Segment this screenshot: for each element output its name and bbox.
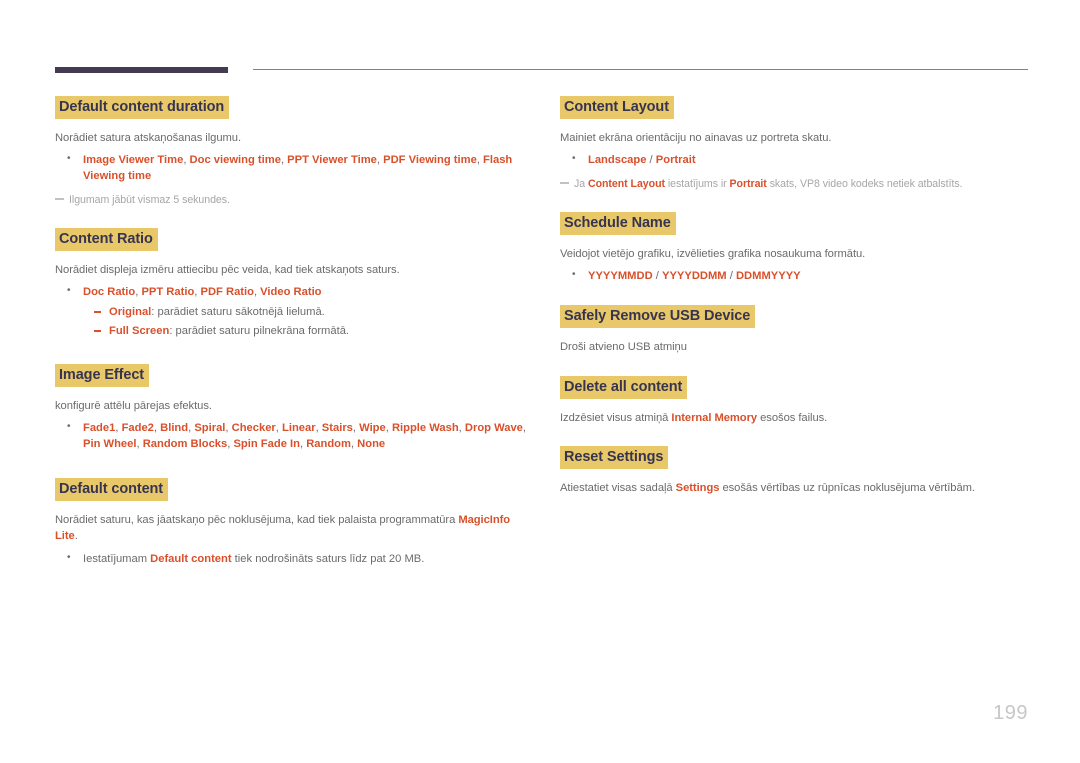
- section-title: Content Layout: [560, 96, 674, 120]
- sentence-suffix: tiek nodrošināts saturs līdz pat 20 MB.: [231, 552, 425, 565]
- section-description: Droši atvieno USB atmiņu: [560, 341, 687, 354]
- sub-list-item: Original: parādiet saturu sākotnējā liel…: [83, 304, 530, 320]
- keyword: Ripple Wash: [391, 422, 459, 435]
- header-rule-thick: [55, 67, 228, 73]
- keyword: Random Blocks: [142, 438, 228, 450]
- description-highlight: Internal Memory: [671, 411, 758, 424]
- keyword: PPT Viewer Time: [287, 154, 377, 167]
- description-prefix: Atiestatiet visas sadaļā: [560, 482, 676, 495]
- keyword: Landscape: [588, 154, 647, 167]
- bullet-list: Image Viewer Time, Doc viewing time, PPT…: [55, 152, 530, 185]
- keyword: Drop Wave: [464, 422, 523, 435]
- section-content-layout: Content Layout Mainiet ekrāna orientācij…: [560, 96, 1035, 192]
- section-title: Schedule Name: [560, 212, 676, 236]
- keyword: PPT Ratio: [141, 286, 195, 299]
- section-description: Norādiet satura atskaņošanas ilgumu.: [55, 132, 242, 145]
- keyword: Blind: [160, 422, 189, 435]
- keyword: Portrait: [655, 154, 696, 167]
- keyword: YYYYMMDD: [588, 270, 653, 283]
- right-column: Content Layout Mainiet ekrāna orientācij…: [560, 96, 1035, 496]
- keyword: Checker: [231, 422, 276, 435]
- keyword: Video Ratio: [260, 286, 322, 299]
- keyword: None: [357, 438, 386, 450]
- section-schedule-name: Schedule Name Veidojot vietējo grafiku, …: [560, 212, 1035, 285]
- section-description: Norādiet saturu, kas jāatskaņo pēc noklu…: [55, 512, 530, 544]
- description-prefix: Izdzēsiet visus atmiņā: [560, 411, 672, 424]
- sentence-highlight: Default content: [150, 552, 232, 565]
- keyword: Spiral: [194, 422, 226, 435]
- section-title: Default content duration: [55, 96, 230, 120]
- section-image-effect: Image Effect konfigurē attēlu pārejas ef…: [55, 363, 530, 453]
- keyword: YYYYDDMM: [661, 270, 727, 283]
- keyword: Wipe: [359, 422, 386, 435]
- section-safely-remove-usb-device: Safely Remove USB Device Droši atvieno U…: [560, 305, 1035, 355]
- note-prefix: Ja: [574, 178, 588, 191]
- section-default-content-duration: Default content duration Norādiet satura…: [55, 96, 530, 208]
- note-suffix: skats, VP8 video kodeks netiek atbalstīt…: [766, 178, 963, 191]
- list-item: Doc Ratio, PPT Ratio, PDF Ratio, Video R…: [55, 284, 530, 338]
- note-text: Ilgumam jābūt vismaz 5 sekundes.: [69, 194, 230, 207]
- keyword: PDF Viewing time: [383, 154, 477, 167]
- keyword: Doc viewing time: [189, 154, 281, 167]
- list-item: Image Viewer Time, Doc viewing time, PPT…: [55, 152, 530, 185]
- description-suffix: .: [74, 530, 78, 543]
- bullet-list: Doc Ratio, PPT Ratio, PDF Ratio, Video R…: [55, 284, 530, 338]
- list-item: Iestatījumam Default content tiek nodroš…: [55, 551, 530, 568]
- section-description: Veidojot vietējo grafiku, izvēlieties gr…: [560, 248, 866, 261]
- keyword: Pin Wheel: [83, 438, 137, 450]
- section-delete-all-content: Delete all content Izdzēsiet visus atmiņ…: [560, 375, 1035, 426]
- list-item: YYYYMMDD / YYYYDDMM / DDMMYYYY: [560, 268, 1035, 285]
- note-line: Ja Content Layout iestatījums ir Portrai…: [560, 177, 1035, 192]
- section-description: Atiestatiet visas sadaļā Settings esošās…: [560, 480, 1035, 496]
- note-highlight: Portrait: [729, 178, 767, 191]
- keyword: Stairs: [321, 422, 353, 435]
- section-title: Image Effect: [55, 363, 150, 387]
- sub-bullet-list: Original: parādiet saturu sākotnējā liel…: [83, 304, 530, 338]
- description-suffix: esošās vērtības uz rūpnīcas noklusējuma …: [719, 482, 975, 495]
- section-title: Safely Remove USB Device: [560, 305, 756, 329]
- keyword: DDMMYYYY: [735, 270, 801, 283]
- section-description: Mainiet ekrāna orientāciju no ainavas uz…: [560, 132, 832, 145]
- section-description: Norādiet displeja izmēru attiecibu pēc v…: [55, 264, 400, 277]
- section-description: Izdzēsiet visus atmiņā Internal Memory e…: [560, 410, 1035, 426]
- sub-keyword: Full Screen: [109, 324, 170, 337]
- keyword: Fade2: [121, 422, 154, 435]
- keyword: Random: [306, 438, 351, 450]
- page-number: 199: [993, 702, 1028, 724]
- bullet-list: Landscape / Portrait: [560, 152, 1035, 169]
- sentence-prefix: Iestatījumam: [83, 552, 151, 565]
- keyword: Doc Ratio: [83, 286, 136, 299]
- note-middle: iestatījums ir: [664, 178, 730, 191]
- sub-text: : parādiet saturu sākotnējā lielumā.: [151, 306, 325, 319]
- keyword: Fade1: [83, 422, 116, 435]
- header-rule-thin: [253, 69, 1028, 70]
- section-title: Reset Settings: [560, 446, 669, 470]
- left-column: Default content duration Norādiet satura…: [55, 96, 530, 567]
- note-line: Ilgumam jābūt vismaz 5 sekundes.: [55, 193, 530, 208]
- keyword: Image Viewer Time: [83, 154, 184, 167]
- keyword: Linear: [282, 422, 316, 435]
- keyword: PDF Ratio: [200, 286, 254, 299]
- section-title: Default content: [55, 477, 169, 502]
- sub-keyword: Original: [109, 306, 152, 319]
- description-highlight: Settings: [675, 482, 720, 495]
- section-content-ratio: Content Ratio Norādiet displeja izmēru a…: [55, 228, 530, 339]
- description-prefix: Norādiet saturu, kas jāatskaņo pēc noklu…: [55, 514, 459, 527]
- description-suffix: esošos failus.: [757, 411, 828, 424]
- section-default-content: Default content Norādiet saturu, kas jāa…: [55, 477, 530, 568]
- keyword: Spin Fade In: [233, 438, 300, 450]
- page-header-rules: [0, 62, 1080, 82]
- section-title: Delete all content: [560, 375, 688, 399]
- note-highlight: Content Layout: [587, 178, 665, 191]
- bullet-list: Iestatījumam Default content tiek nodroš…: [55, 551, 530, 568]
- section-description: konfigurē attēlu pārejas efektus.: [55, 399, 212, 412]
- section-reset-settings: Reset Settings Atiestatiet visas sadaļā …: [560, 446, 1035, 496]
- section-title: Content Ratio: [55, 228, 158, 252]
- list-item: Fade1, Fade2, Blind, Spiral, Checker, Li…: [55, 420, 530, 453]
- sub-text: : parādiet saturu pilnekrāna formātā.: [169, 324, 350, 337]
- sub-list-item: Full Screen: parādiet saturu pilnekrāna …: [83, 323, 530, 339]
- bullet-list: Fade1, Fade2, Blind, Spiral, Checker, Li…: [55, 420, 530, 453]
- list-item: Landscape / Portrait: [560, 152, 1035, 169]
- bullet-list: YYYYMMDD / YYYYDDMM / DDMMYYYY: [560, 268, 1035, 285]
